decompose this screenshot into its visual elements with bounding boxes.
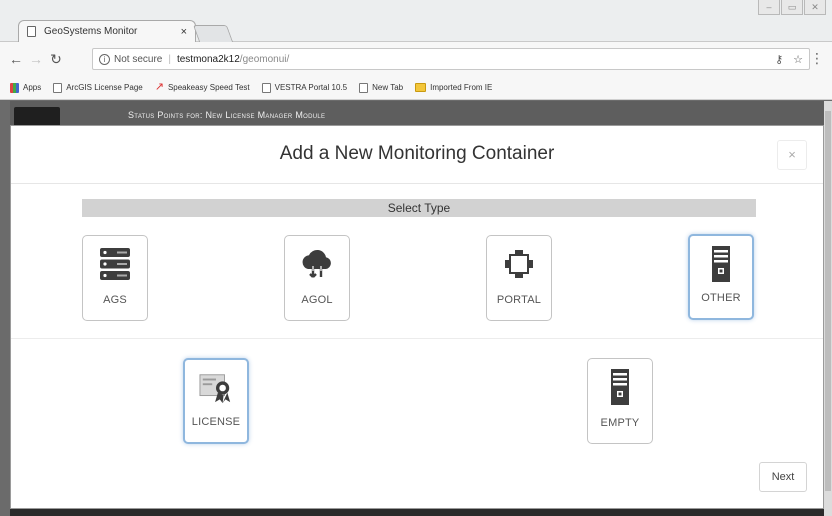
- maximize-button[interactable]: ▭: [781, 0, 803, 15]
- type-card-empty[interactable]: EMPTY: [587, 358, 653, 444]
- info-icon[interactable]: i: [99, 53, 110, 65]
- scrollbar-thumb[interactable]: [825, 111, 831, 491]
- not-secure-label: Not secure: [114, 53, 163, 65]
- address-bar[interactable]: i Not secure | testmona2k12 /geomonui/ ⚷…: [92, 48, 810, 70]
- bookmark-imported-ie[interactable]: Imported From IE: [415, 83, 492, 92]
- bookmark-speakeasy[interactable]: ↗ Speakeasy Speed Test: [154, 81, 250, 93]
- forward-arrow-icon[interactable]: →: [26, 51, 46, 67]
- next-button[interactable]: Next: [759, 462, 807, 492]
- type-label: OTHER: [701, 292, 741, 304]
- server-tower-icon: [603, 369, 637, 405]
- bookmark-label: VESTRA Portal 10.5: [274, 83, 348, 92]
- bookmark-label: New Tab: [372, 83, 404, 92]
- bookmark-label: Apps: [23, 83, 42, 92]
- reload-icon[interactable]: ↻: [46, 51, 66, 68]
- browser-window: GeoSystems Monitor × – ▭ ✕ ← → ↻ i Not s…: [0, 0, 832, 516]
- type-card-license[interactable]: LICENSE: [183, 358, 249, 444]
- star-icon[interactable]: ☆: [793, 53, 803, 66]
- minimize-button[interactable]: –: [758, 0, 780, 15]
- address-separator: |: [168, 53, 171, 65]
- type-card-other[interactable]: OTHER: [688, 234, 754, 320]
- type-label: AGS: [103, 294, 127, 306]
- tab-strip: GeoSystems Monitor × – ▭ ✕: [0, 0, 832, 42]
- folder-icon: [415, 83, 427, 92]
- cloud-sync-icon: [300, 246, 334, 282]
- bookmark-arcgis-license[interactable]: ArcGIS License Page: [53, 82, 143, 93]
- page-icon: [261, 82, 271, 93]
- bookmark-label: Speakeasy Speed Test: [167, 83, 250, 92]
- bookmark-apps[interactable]: Apps: [10, 82, 42, 93]
- address-path: /geomonui/: [239, 53, 290, 65]
- tab-title: GeoSystems Monitor: [44, 26, 138, 37]
- close-window-button[interactable]: ✕: [804, 0, 826, 15]
- window-controls: – ▭ ✕: [758, 0, 826, 15]
- menu-dots-icon[interactable]: ⋮: [810, 50, 824, 67]
- select-type-label: Select Type: [82, 199, 756, 217]
- speakeasy-icon: ↗: [154, 81, 164, 93]
- bookmark-new-tab[interactable]: New Tab: [359, 82, 404, 93]
- type-label: PORTAL: [496, 294, 542, 306]
- page-footer: [10, 509, 824, 516]
- portal-nodes-icon: [502, 246, 536, 282]
- back-arrow-icon[interactable]: ←: [6, 51, 26, 67]
- bookmark-label: ArcGIS License Page: [66, 83, 143, 92]
- page-icon: [53, 82, 63, 93]
- server-tower-icon: [704, 246, 738, 282]
- type-card-ags[interactable]: AGS: [82, 235, 148, 321]
- page-heading: Status Points for: New License Manager M…: [128, 110, 326, 120]
- browser-tab[interactable]: GeoSystems Monitor ×: [18, 20, 196, 42]
- address-host: testmona2k12: [176, 53, 240, 65]
- modal-close-button[interactable]: ×: [777, 140, 807, 170]
- page-icon: [359, 82, 369, 93]
- bookmark-label: Imported From IE: [430, 83, 493, 92]
- apps-icon: [10, 82, 19, 93]
- browser-toolbar: ← → ↻ i Not secure | testmona2k12 /geomo…: [0, 42, 832, 76]
- license-certificate-icon: [199, 370, 233, 406]
- key-icon[interactable]: ⚷: [775, 53, 783, 66]
- type-card-portal[interactable]: PORTAL: [486, 235, 552, 321]
- new-tab-button[interactable]: [192, 25, 234, 42]
- omnibox-actions: ⚷ ☆: [775, 53, 803, 66]
- row-divider: [11, 338, 823, 339]
- modal-header: Add a New Monitoring Container ×: [11, 126, 823, 184]
- type-label: EMPTY: [600, 417, 640, 429]
- server-rack-icon: [98, 246, 132, 282]
- page-scrollbar[interactable]: [824, 101, 832, 516]
- type-card-agol[interactable]: AGOL: [284, 235, 350, 321]
- app-logo: [14, 107, 60, 127]
- tab-close-icon[interactable]: ×: [181, 26, 187, 38]
- bookmarks-bar: Apps ArcGIS License Page ↗ Speakeasy Spe…: [0, 76, 832, 100]
- page-icon: [27, 26, 36, 37]
- add-container-modal: Add a New Monitoring Container × Select …: [10, 125, 824, 509]
- bookmark-vestra-portal[interactable]: VESTRA Portal 10.5: [261, 82, 348, 93]
- type-label: AGOL: [301, 294, 333, 306]
- type-label: LICENSE: [191, 416, 241, 428]
- modal-title: Add a New Monitoring Container: [279, 143, 555, 164]
